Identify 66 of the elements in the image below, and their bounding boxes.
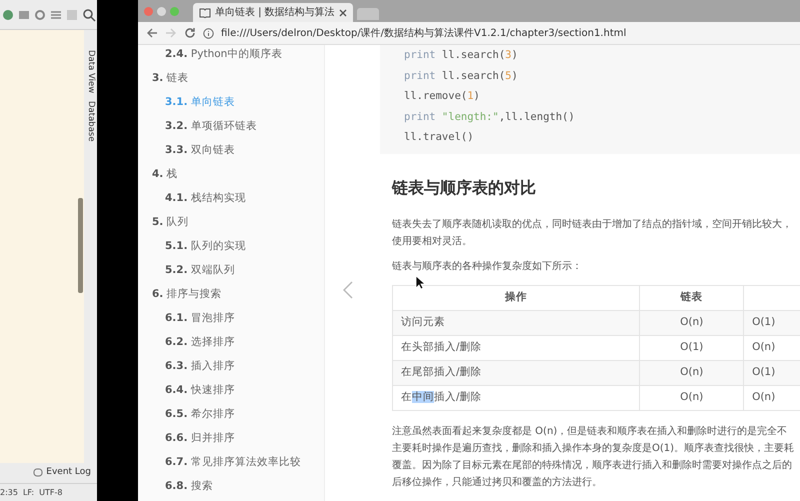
sidebar-item[interactable]: 5.1. 队列的实现	[138, 234, 324, 258]
table-cell: O(1)	[744, 360, 800, 385]
toolbar-icon[interactable]	[34, 8, 46, 20]
code-line: print ll.search(3)	[404, 48, 519, 63]
code-line: ll.remove(1)	[404, 89, 481, 104]
status-text: 2:35	[0, 486, 18, 498]
table-cell: O(1)	[640, 335, 744, 360]
reload-icon[interactable]	[184, 27, 196, 39]
column-header: 操作	[392, 285, 640, 310]
sidebar-item[interactable]: 5. 队列	[138, 210, 324, 234]
table-cell: 在中间插入/删除	[392, 385, 640, 410]
sidebar-item[interactable]: 5.2. 双端队列	[138, 258, 324, 282]
code-line: print "length:",ll.length()	[404, 110, 576, 124]
status-text: UTF-8	[39, 486, 62, 498]
forward-arrow-icon[interactable]	[165, 27, 177, 39]
paragraph: 注意虽然表面看起来复杂度都是 O(n)，但是链表和顺序表在插入和删除时进行的是完全不 主要耗时操作是遍历查找，删除和插入操作本身的复杂度是O(1)。顺序表查找很快，主要耗 覆盖。因为除了目标元素在尾部的特殊情况，顺序表进行插入和删除时需要对操作点之后的 后移位操作，只能通过拷贝和覆盖的方法进行。	[392, 424, 796, 490]
toolbar-icon[interactable]	[66, 8, 78, 20]
tab-title: 单向链表 | 数据结构与算法	[215, 6, 335, 20]
minimize-window-button[interactable]	[157, 6, 166, 16]
table-cell: O(n)	[640, 310, 744, 335]
paragraph: 链表失去了顺序表随机读取的优点，同时链表由于增加了结点的指针域，空间开销比较大， 使用要相对灵活。	[392, 218, 793, 248]
sidebar-item[interactable]: 6.3. 插入排序	[138, 354, 324, 378]
code-line: ll.travel()	[404, 130, 475, 145]
column-header: 链表	[640, 285, 744, 310]
chat-bubble-icon	[33, 468, 44, 478]
table-cell: O(1)	[744, 310, 800, 335]
side-tab[interactable]: Database	[84, 101, 97, 142]
sidebar-item[interactable]: 3. 链表	[138, 66, 324, 90]
toolbar-icon[interactable]	[2, 8, 14, 20]
sidebar-item[interactable]: 3.2. 单项循环链表	[138, 114, 324, 138]
new-tab-button[interactable]	[356, 8, 379, 20]
section-heading: 链表与顺序表的对比	[392, 176, 537, 198]
paragraph: 链表与顺序表的各种操作复杂度如下所示：	[392, 260, 583, 274]
sidebar-item[interactable]: 6.6. 归并排序	[138, 426, 324, 450]
info-icon[interactable]	[203, 28, 214, 38]
sidebar-item[interactable]: 6.8. 搜索	[138, 474, 324, 498]
book-icon	[199, 8, 211, 18]
sidebar-item[interactable]: 6.7. 常见排序算法效率比较	[138, 450, 324, 474]
sidebar-item[interactable]: 4. 栈	[138, 162, 324, 186]
close-window-button[interactable]	[144, 6, 153, 16]
table-cell: 在尾部插入/删除	[392, 360, 640, 385]
sidebar-item[interactable]: 6.1. 冒泡排序	[138, 306, 324, 330]
table-cell: O(n)	[640, 360, 744, 385]
side-tab[interactable]: Data View	[84, 50, 97, 94]
sidebar-item[interactable]: 6. 排序与搜索	[138, 282, 324, 306]
sidebar-item[interactable]: 6.4. 快速排序	[138, 378, 324, 402]
back-arrow-icon[interactable]	[146, 27, 158, 39]
sidebar-item[interactable]: 3.3. 双向链表	[138, 138, 324, 162]
browser-tab[interactable]: 单向链表 | 数据结构与算法	[193, 3, 353, 22]
sidebar-item[interactable]: 6.5. 希尔排序	[138, 402, 324, 426]
close-icon[interactable]	[338, 8, 347, 16]
table-cell: 在头部插入/删除	[392, 335, 640, 360]
scrollbar-thumb[interactable]	[78, 198, 83, 293]
status-text: LF:	[22, 486, 34, 498]
previous-page-icon[interactable]	[343, 281, 353, 299]
sidebar-item[interactable]: 2.4. Python中的顺序表	[138, 45, 324, 66]
search-icon[interactable]	[82, 8, 96, 22]
toolbar-icon[interactable]	[18, 8, 30, 20]
mouse-pointer-icon	[415, 275, 425, 290]
toolbar-icon[interactable]	[50, 8, 62, 20]
event-log-label[interactable]: Event Log	[46, 466, 91, 480]
sidebar-item[interactable]: 6.2. 选择排序	[138, 330, 324, 354]
sidebar-item[interactable]: 4.1. 栈结构实现	[138, 186, 324, 210]
table-cell: O(n)	[640, 385, 744, 410]
code-line: print ll.search(5)	[404, 68, 519, 84]
table-cell: 访问元素	[392, 310, 640, 335]
